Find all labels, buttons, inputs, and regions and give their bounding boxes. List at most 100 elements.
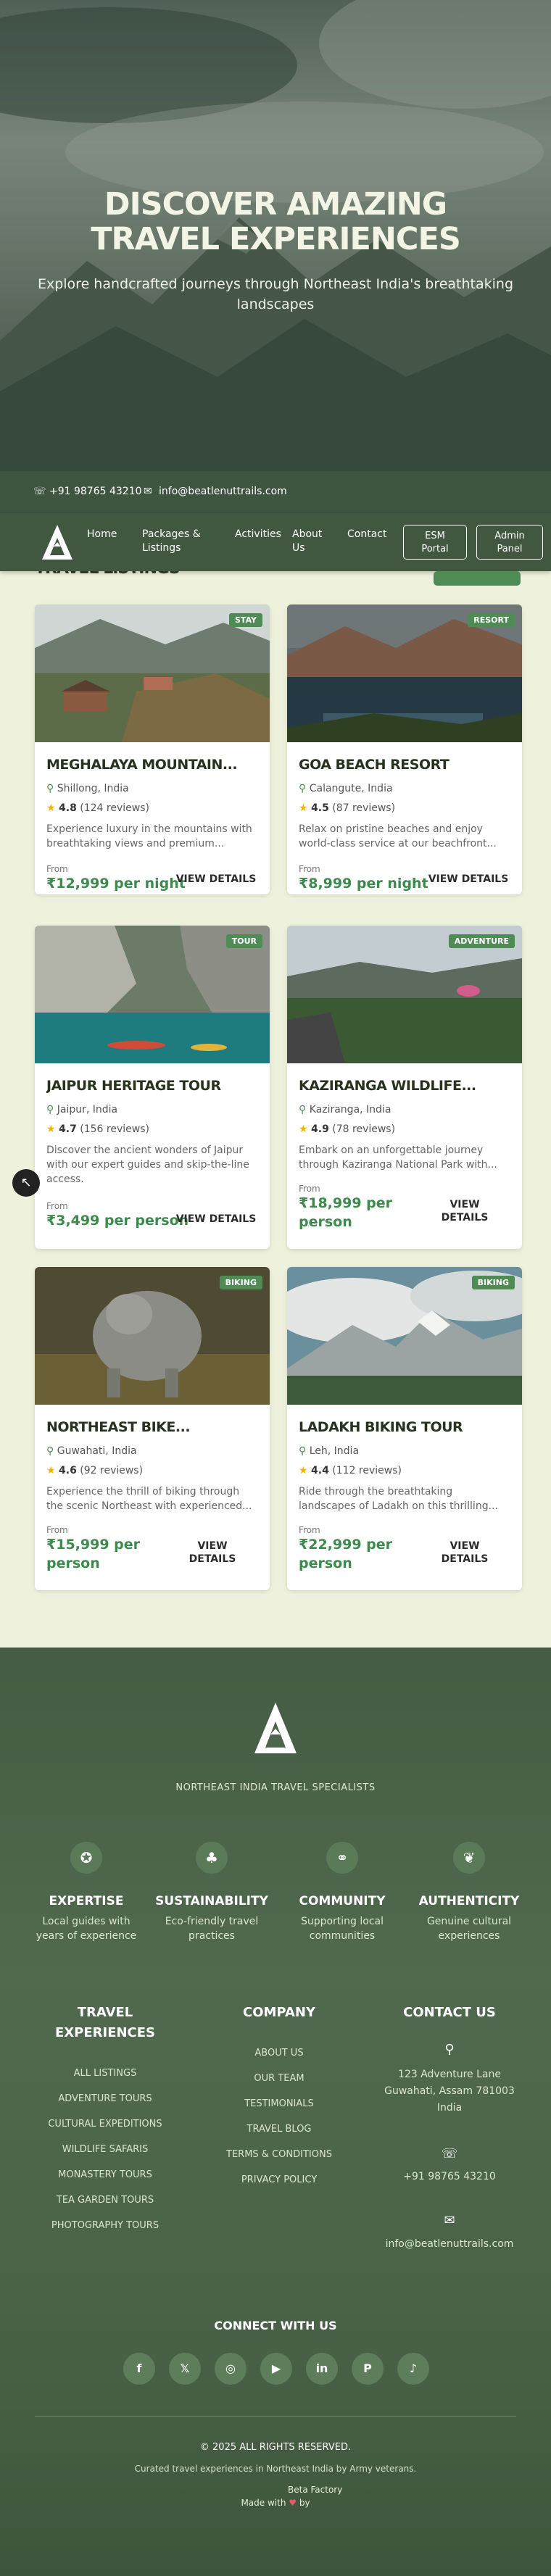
- view-details-button[interactable]: VIEW DETAILS: [425, 873, 512, 886]
- facebook-icon[interactable]: f: [123, 2353, 155, 2385]
- footer-link-cultural-expeditions[interactable]: CULTURAL EXPEDITIONS: [29, 2119, 181, 2130]
- listing-card[interactable]: BIKING NORTHEAST BIKE... ⚲ Guwahati, Ind…: [35, 1267, 270, 1590]
- contact-address: 123 Adventure Lane Guwahati, Assam 781003…: [384, 2069, 515, 2114]
- listing-rating: ★ 4.6 (92 reviews): [46, 1465, 144, 1476]
- listing-badge: BIKING: [471, 1276, 515, 1289]
- contact-heading: CONTACT US: [403, 2005, 496, 2020]
- nav-home[interactable]: Home: [87, 528, 117, 541]
- footer-link-wildlife-safaris[interactable]: WILDLIFE SAFARIS: [29, 2144, 181, 2155]
- footer-link-privacy[interactable]: PRIVACY POLICY: [210, 2174, 348, 2185]
- nav-activities[interactable]: Activities: [235, 528, 281, 541]
- listing-location: ⚲ Calangute, India: [299, 783, 393, 794]
- star-icon: ★: [46, 802, 56, 814]
- listing-description: Ride through the breathtaking landscapes…: [299, 1486, 498, 1512]
- location-pin-icon: ⚲: [444, 2042, 455, 2057]
- twitter-icon[interactable]: 𝕏: [169, 2353, 201, 2385]
- footer-link-our-team[interactable]: OUR TEAM: [210, 2073, 348, 2084]
- listing-card[interactable]: ADVENTURE KAZIRANGA WILDLIFE... ⚲ Kazira…: [287, 926, 522, 1249]
- footer-mountain-logo-icon[interactable]: [253, 1701, 298, 1755]
- listing-card[interactable]: STAY MEGHALAYA MOUNTAIN... ⚲ Shillong, I…: [35, 604, 270, 894]
- connect-heading: CONNECT WITH US: [214, 2319, 337, 2332]
- listing-location: ⚲ Guwahati, India: [46, 1445, 137, 1457]
- location-pin-icon: ⚲: [46, 1445, 54, 1457]
- copyright-subtext: Curated travel experiences in Northeast …: [134, 2464, 417, 2474]
- listing-price: ₹18,999 per person: [299, 1195, 393, 1230]
- feature-text: Supporting local communities: [300, 1916, 384, 1942]
- footer-tagline: NORTHEAST INDIA TRAVEL SPECIALISTS: [175, 1782, 376, 1793]
- leaf-icon: ❦: [453, 1842, 485, 1874]
- listing-description: Embark on an unforgettable journey throu…: [299, 1144, 497, 1171]
- view-details-button[interactable]: VIEW DETAILS: [432, 1540, 497, 1566]
- compass-icon: ✪: [70, 1842, 102, 1874]
- listing-badge: STAY: [229, 613, 262, 627]
- view-details-button[interactable]: VIEW DETAILS: [432, 1198, 497, 1224]
- linkedin-icon[interactable]: in: [306, 2353, 338, 2385]
- maker-name[interactable]: Beta Factory: [288, 2485, 342, 2495]
- listing-title[interactable]: KAZIRANGA WILDLIFE...: [299, 1078, 510, 1094]
- tiktok-icon[interactable]: ♪: [397, 2353, 429, 2385]
- topbar-email[interactable]: info@beatlenuttrails.com: [159, 486, 287, 497]
- view-details-button[interactable]: VIEW DETAILS: [173, 1213, 260, 1226]
- footer-link-photography-tours[interactable]: PHOTOGRAPHY TOURS: [29, 2220, 181, 2231]
- footer-link-terms[interactable]: TERMS & CONDITIONS: [210, 2149, 348, 2160]
- listing-card[interactable]: RESORT GOA BEACH RESORT ⚲ Calangute, Ind…: [287, 604, 522, 894]
- footer-link-monastery-tours[interactable]: MONASTERY TOURS: [29, 2169, 181, 2180]
- footer-link-all-listings[interactable]: ALL LISTINGS: [29, 2068, 181, 2079]
- listing-location: ⚲ Jaipur, India: [46, 1104, 118, 1115]
- listing-location: ⚲ Leh, India: [299, 1445, 360, 1457]
- filter-button[interactable]: [434, 571, 521, 586]
- listing-price: ₹22,999 per person: [299, 1537, 393, 1571]
- topbar-phone[interactable]: +91 98765 43210: [49, 486, 142, 497]
- price-from-label: From: [46, 864, 68, 874]
- listing-price: ₹3,499 per person: [46, 1213, 189, 1229]
- footer-link-about-us[interactable]: ABOUT US: [210, 2048, 348, 2058]
- youtube-icon[interactable]: ▶: [260, 2353, 292, 2385]
- esm-portal-button[interactable]: ESM Portal: [403, 525, 467, 560]
- contact-phone[interactable]: +91 98765 43210: [370, 2171, 529, 2182]
- footer-link-testimonials[interactable]: TESTIMONIALS: [210, 2098, 348, 2109]
- footer-link-travel-blog[interactable]: TRAVEL BLOG: [210, 2124, 348, 2135]
- star-icon: ★: [299, 1123, 308, 1135]
- listing-description: Experience the thrill of biking through …: [46, 1486, 252, 1512]
- scroll-to-top-button[interactable]: ↖: [12, 1169, 40, 1197]
- company-heading: COMPANY: [243, 2005, 315, 2020]
- instagram-icon[interactable]: ◎: [215, 2353, 246, 2385]
- listing-rating: ★ 4.7 (156 reviews): [46, 1123, 149, 1135]
- listing-title[interactable]: GOA BEACH RESORT: [299, 757, 510, 773]
- nav-packages-listings[interactable]: Packages & Listings: [142, 528, 201, 555]
- listing-card[interactable]: BIKING LADAKH BIKING TOUR ⚲ Leh, India ★…: [287, 1267, 522, 1590]
- view-details-button[interactable]: VIEW DETAILS: [173, 873, 260, 886]
- phone-icon: ☏: [441, 2146, 458, 2161]
- listing-rating: ★ 4.8 (124 reviews): [46, 802, 149, 814]
- feature-text: Genuine cultural experiences: [426, 1916, 512, 1942]
- nav-about-us[interactable]: About Us: [292, 528, 322, 555]
- listing-description: Experience luxury in the mountains with …: [46, 823, 252, 849]
- pinterest-icon[interactable]: P: [352, 2353, 384, 2385]
- contact-email[interactable]: info@beatlenuttrails.com: [370, 2238, 529, 2250]
- footer-link-tea-garden-tours[interactable]: TEA GARDEN TOURS: [29, 2195, 181, 2206]
- hero-title-line1: DISCOVER AMAZING: [104, 186, 447, 223]
- price-from-label: From: [46, 1525, 68, 1535]
- feature-title: COMMUNITY: [299, 1894, 386, 1908]
- listing-title[interactable]: LADAKH BIKING TOUR: [299, 1419, 510, 1435]
- listing-title[interactable]: MEGHALAYA MOUNTAIN...: [46, 757, 258, 773]
- mountain-logo-icon[interactable]: [41, 523, 74, 561]
- location-pin-icon: ⚲: [46, 1104, 54, 1115]
- listing-rating: ★ 4.5 (87 reviews): [299, 802, 396, 814]
- location-pin-icon: ⚲: [299, 1104, 307, 1115]
- admin-panel-button[interactable]: Admin Panel: [476, 525, 543, 560]
- view-details-button[interactable]: VIEW DETAILS: [180, 1540, 245, 1566]
- main-navigation: Home Packages & Listings Activities About…: [0, 513, 551, 571]
- listing-badge: TOUR: [225, 934, 262, 948]
- listing-rating: ★ 4.9 (78 reviews): [299, 1123, 396, 1135]
- listing-badge: RESORT: [468, 613, 515, 627]
- listing-title[interactable]: JAIPUR HERITAGE TOUR: [46, 1078, 258, 1094]
- hero-subtitle: Explore handcrafted journeys through Nor…: [37, 276, 514, 312]
- footer-link-adventure-tours[interactable]: ADVENTURE TOURS: [29, 2093, 181, 2104]
- handshake-icon: ⚭: [326, 1842, 358, 1874]
- star-icon: ★: [299, 802, 308, 814]
- listing-card[interactable]: TOUR JAIPUR HERITAGE TOUR ⚲ Jaipur, Indi…: [35, 926, 270, 1249]
- nav-contact[interactable]: Contact: [347, 528, 386, 541]
- listing-title[interactable]: NORTHEAST BIKE...: [46, 1419, 258, 1435]
- feature-title: EXPERTISE: [49, 1894, 124, 1908]
